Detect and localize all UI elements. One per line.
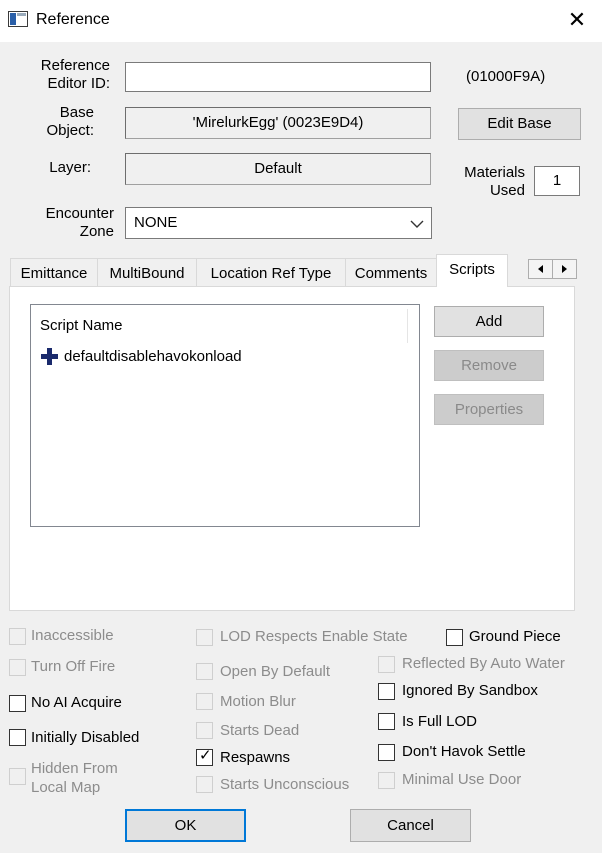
tab-scripts[interactable]: Scripts: [436, 254, 508, 287]
initially-disabled-label: Initially Disabled: [31, 729, 140, 746]
ground-piece-label: Ground Piece: [469, 628, 561, 645]
lod-respects-enable-state-checkbox[interactable]: [196, 629, 213, 646]
remove-script-button[interactable]: Remove: [434, 350, 544, 381]
tab-scroll-left-button[interactable]: [528, 259, 553, 279]
is-full-lod-checkbox[interactable]: [378, 713, 395, 730]
script-name-column-header[interactable]: Script Name: [40, 317, 123, 334]
motion-blur-label: Motion Blur: [220, 693, 296, 710]
encounter-zone-value: NONE: [134, 214, 178, 231]
base-object-label: Base Object:: [46, 104, 94, 139]
starts-unconscious-checkbox[interactable]: [196, 776, 213, 793]
open-by-default-checkbox[interactable]: [196, 663, 213, 680]
window-icon: [8, 11, 28, 27]
list-item[interactable]: defaultdisablehavokonload: [41, 347, 341, 367]
encounter-zone-label: Encounter Zone: [45, 205, 114, 240]
materials-used-field[interactable]: 1: [534, 166, 580, 196]
base-object-field: 'MirelurkEgg' (0023E9D4): [125, 107, 431, 139]
reflected-by-auto-water-label: Reflected By Auto Water: [402, 655, 565, 672]
dont-havok-settle-checkbox[interactable]: [378, 744, 395, 761]
add-script-button[interactable]: Add: [434, 306, 544, 337]
open-by-default-label: Open By Default: [220, 663, 331, 680]
turn-off-fire-label: Turn Off Fire: [31, 658, 116, 675]
inaccessible-label: Inaccessible: [31, 627, 114, 644]
minimal-use-door-label: Minimal Use Door: [402, 771, 522, 788]
no-ai-acquire-checkbox[interactable]: [9, 695, 26, 712]
checkmark-icon: ✓: [199, 747, 212, 764]
close-icon[interactable]: ✕: [566, 9, 588, 31]
ignored-by-sandbox-label: Ignored By Sandbox: [402, 682, 538, 699]
reference-editor-id-input[interactable]: [125, 62, 431, 92]
plus-icon: [41, 348, 58, 365]
initially-disabled-checkbox[interactable]: [9, 729, 26, 746]
script-list[interactable]: Script Name defaultdisablehavokonload: [30, 304, 420, 527]
chevron-down-icon: [410, 216, 424, 233]
encounter-zone-select[interactable]: NONE: [125, 207, 432, 239]
arrow-left-icon: [538, 265, 543, 273]
edit-base-button[interactable]: Edit Base: [458, 108, 581, 140]
reference-editor-id-label: Reference Editor ID:: [40, 57, 110, 92]
hidden-from-local-map-checkbox[interactable]: [9, 768, 26, 785]
arrow-right-icon: [562, 265, 567, 273]
motion-blur-checkbox[interactable]: [196, 693, 213, 710]
tab-scroll: [528, 259, 578, 279]
layer-field: Default: [125, 153, 431, 185]
no-ai-acquire-label: No AI Acquire: [31, 694, 122, 711]
tab-emittance[interactable]: Emittance: [10, 258, 98, 287]
reflected-by-auto-water-checkbox[interactable]: [378, 656, 395, 673]
turn-off-fire-checkbox[interactable]: [9, 659, 26, 676]
form-id: (01000F9A): [466, 68, 546, 85]
respawns-checkbox[interactable]: ✓: [196, 747, 213, 766]
inaccessible-checkbox[interactable]: [9, 628, 26, 645]
ground-piece-checkbox[interactable]: [446, 629, 463, 646]
materials-used-label: Materials Used: [464, 164, 525, 199]
starts-dead-label: Starts Dead: [220, 722, 300, 739]
respawns-label: Respawns: [220, 749, 291, 766]
hidden-from-local-map-label: Hidden From Local Map: [31, 760, 118, 796]
script-name: defaultdisablehavokonload: [64, 348, 242, 365]
is-full-lod-label: Is Full LOD: [402, 713, 478, 730]
starts-unconscious-label: Starts Unconscious: [220, 776, 350, 793]
tab-scroll-right-button[interactable]: [552, 259, 577, 279]
layer-label: Layer:: [49, 159, 91, 176]
ok-button[interactable]: OK: [125, 809, 246, 842]
tab-multibound[interactable]: MultiBound: [97, 258, 197, 287]
starts-dead-checkbox[interactable]: [196, 722, 213, 739]
dont-havok-settle-label: Don't Havok Settle: [402, 743, 526, 760]
cancel-button[interactable]: Cancel: [350, 809, 471, 842]
tab-location-ref-type[interactable]: Location Ref Type: [196, 258, 346, 287]
column-divider: [407, 309, 408, 343]
properties-button[interactable]: Properties: [434, 394, 544, 425]
lod-respects-enable-state-label: LOD Respects Enable State: [220, 628, 408, 645]
ignored-by-sandbox-checkbox[interactable]: [378, 683, 395, 700]
tab-comments[interactable]: Comments: [345, 258, 437, 287]
window-title: Reference: [36, 11, 110, 28]
minimal-use-door-checkbox[interactable]: [378, 772, 395, 789]
